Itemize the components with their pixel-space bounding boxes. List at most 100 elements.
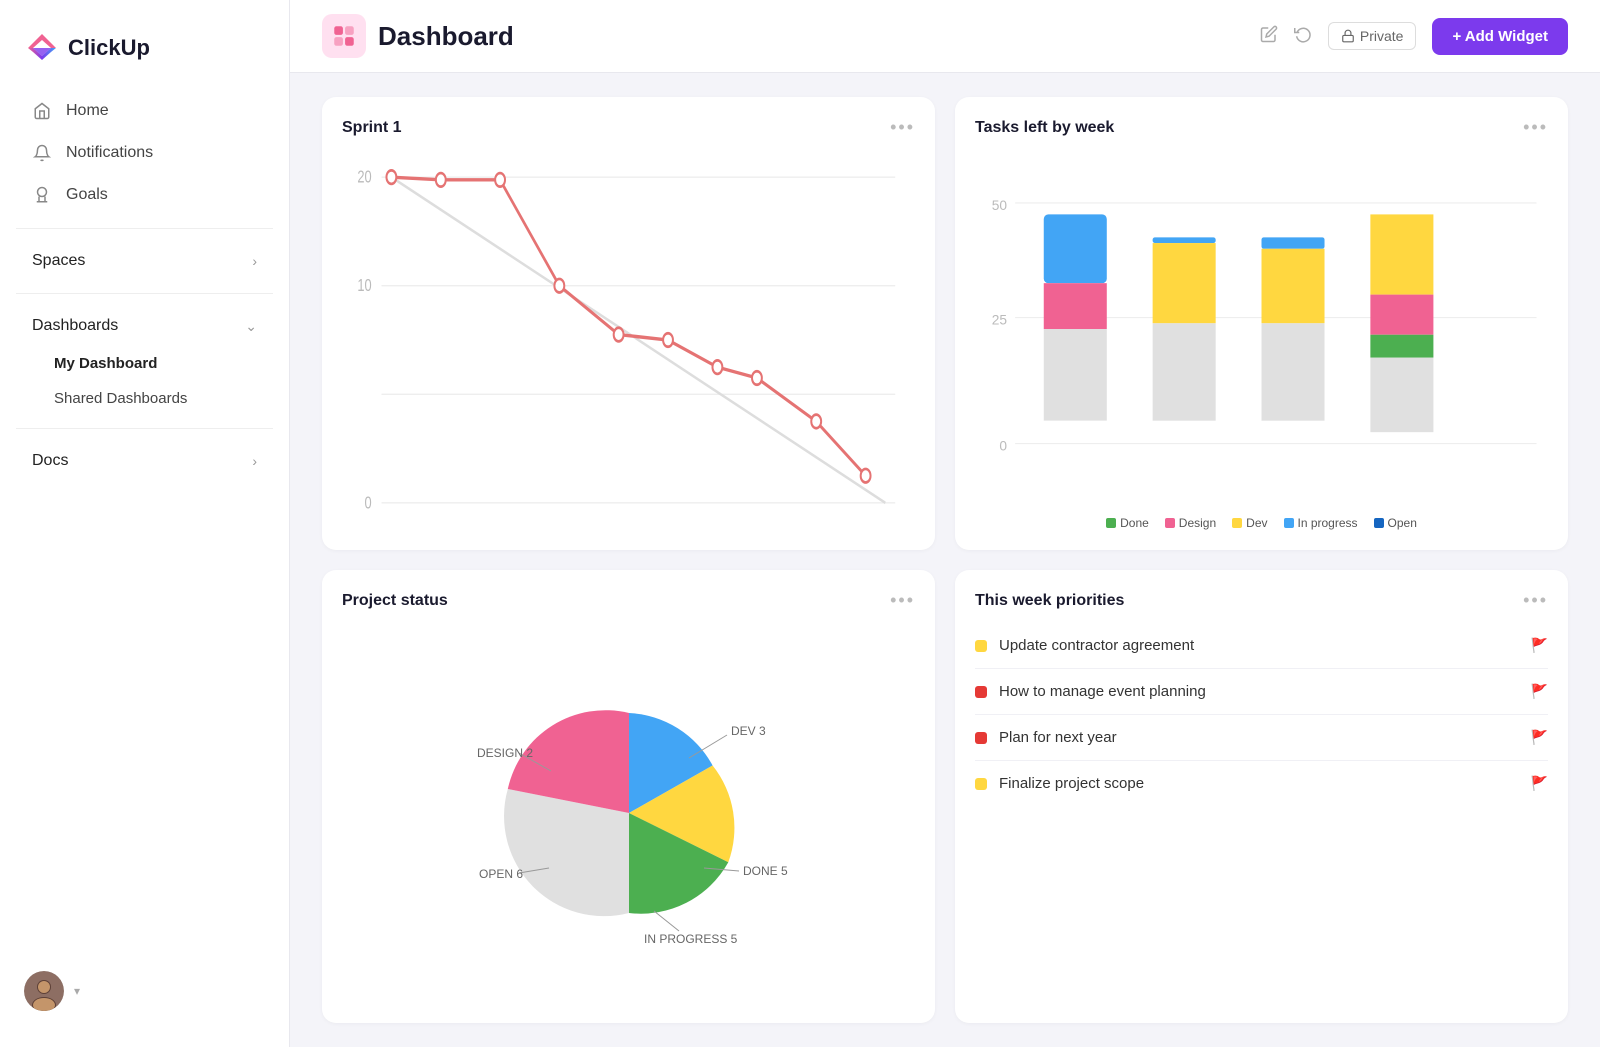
legend-dot-open <box>1374 518 1384 528</box>
svg-text:0: 0 <box>364 493 371 512</box>
svg-text:OPEN 6: OPEN 6 <box>479 867 523 881</box>
chart-legend: Done Design Dev In progress <box>975 516 1548 530</box>
goals-icon <box>32 185 52 205</box>
project-status-header: Project status ••• <box>342 590 915 611</box>
project-status-title: Project status <box>342 592 448 610</box>
priority-flag-1: 🚩 <box>1531 683 1548 700</box>
legend-inprogress: In progress <box>1284 516 1358 530</box>
dashboard-grid: Sprint 1 ••• 20 10 0 <box>290 73 1600 1047</box>
svg-text:DONE 5: DONE 5 <box>743 864 788 878</box>
add-widget-button[interactable]: + Add Widget <box>1432 18 1568 55</box>
priority-dot-2 <box>975 732 987 744</box>
notifications-icon <box>32 143 52 163</box>
legend-open: Open <box>1374 516 1417 530</box>
sidebar-item-goals[interactable]: Goals <box>8 175 281 215</box>
priority-item-3: Finalize project scope 🚩 <box>975 761 1548 806</box>
tasks-widget: Tasks left by week ••• 50 25 0 <box>955 97 1568 550</box>
user-dropdown-icon[interactable]: ▾ <box>74 984 80 998</box>
priority-text-3: Finalize project scope <box>999 775 1519 792</box>
sidebar-bottom: ▾ <box>0 955 289 1027</box>
project-status-widget: Project status ••• <box>322 570 935 1023</box>
private-badge[interactable]: Private <box>1328 22 1417 50</box>
dashboards-label: Dashboards <box>32 317 118 335</box>
goals-label: Goals <box>66 186 108 204</box>
priority-flag-2: 🚩 <box>1531 729 1548 746</box>
refresh-icon[interactable] <box>1294 25 1312 48</box>
priority-text-1: How to manage event planning <box>999 683 1519 700</box>
svg-text:DEV 3: DEV 3 <box>731 724 766 738</box>
sidebar-item-docs[interactable]: Docs › <box>8 442 281 480</box>
sidebar-item-spaces[interactable]: Spaces › <box>8 242 281 280</box>
svg-text:IN PROGRESS 5: IN PROGRESS 5 <box>644 932 738 943</box>
priority-dot-3 <box>975 778 987 790</box>
legend-dot-done <box>1106 518 1116 528</box>
clickup-logo-icon <box>24 30 60 66</box>
sidebar-item-notifications[interactable]: Notifications <box>8 133 281 173</box>
tasks-widget-header: Tasks left by week ••• <box>975 117 1548 138</box>
sidebar-item-home[interactable]: Home <box>8 91 281 131</box>
svg-text:10: 10 <box>357 276 371 295</box>
legend-done: Done <box>1106 516 1149 530</box>
priorities-header: This week priorities ••• <box>975 590 1548 611</box>
priorities-menu-icon[interactable]: ••• <box>1523 590 1548 611</box>
priorities-widget: This week priorities ••• Update contract… <box>955 570 1568 1023</box>
sidebar-item-shared-dashboards[interactable]: Shared Dashboards <box>8 382 281 415</box>
sprint-menu-icon[interactable]: ••• <box>890 117 915 138</box>
priority-item-1: How to manage event planning 🚩 <box>975 669 1548 715</box>
pie-chart-svg: DEV 3 DONE 5 IN PROGRESS 5 OPEN 6 DESIGN… <box>459 683 799 943</box>
private-label: Private <box>1360 28 1404 44</box>
legend-design: Design <box>1165 516 1216 530</box>
edit-icon[interactable] <box>1260 25 1278 48</box>
main-content: Dashboard Private + Add Widget Sprint 1 … <box>290 0 1600 1047</box>
sprint-chart: 20 10 0 <box>342 150 915 530</box>
docs-label: Docs <box>32 452 68 470</box>
user-avatar[interactable] <box>24 971 64 1011</box>
legend-label-done: Done <box>1120 516 1149 530</box>
legend-label-design: Design <box>1179 516 1216 530</box>
priority-text-2: Plan for next year <box>999 729 1519 746</box>
home-label: Home <box>66 102 109 120</box>
dashboards-chevron-icon: ⌄ <box>245 318 257 335</box>
nav-divider-1 <box>16 228 273 229</box>
sprint-svg: 20 10 0 <box>342 150 915 530</box>
legend-dot-dev <box>1232 518 1242 528</box>
priority-dot-1 <box>975 686 987 698</box>
sprint-title: Sprint 1 <box>342 119 402 137</box>
svg-text:DESIGN 2: DESIGN 2 <box>477 746 533 760</box>
svg-text:0: 0 <box>999 438 1007 453</box>
dashboard-icon <box>322 14 366 58</box>
notifications-label: Notifications <box>66 144 153 162</box>
svg-text:25: 25 <box>992 312 1008 327</box>
bar-chart-svg: 50 25 0 <box>975 150 1548 508</box>
nav-divider-3 <box>16 428 273 429</box>
priority-item-2: Plan for next year 🚩 <box>975 715 1548 761</box>
page-header: Dashboard Private + Add Widget <box>290 0 1600 73</box>
project-menu-icon[interactable]: ••• <box>890 590 915 611</box>
priority-list: Update contractor agreement 🚩 How to man… <box>975 623 1548 1003</box>
home-icon <box>32 101 52 121</box>
tasks-title: Tasks left by week <box>975 119 1114 137</box>
spaces-label: Spaces <box>32 252 85 270</box>
pie-chart-area: DEV 3 DONE 5 IN PROGRESS 5 OPEN 6 DESIGN… <box>342 623 915 1003</box>
shared-dashboards-label: Shared Dashboards <box>54 390 187 407</box>
page-title: Dashboard <box>378 21 1248 52</box>
svg-text:50: 50 <box>992 198 1008 213</box>
logo-text: ClickUp <box>68 35 150 61</box>
logo-area: ClickUp <box>0 20 289 90</box>
priorities-title: This week priorities <box>975 592 1124 610</box>
spaces-chevron-icon: › <box>252 253 257 269</box>
sprint-widget: Sprint 1 ••• 20 10 0 <box>322 97 935 550</box>
tasks-menu-icon[interactable]: ••• <box>1523 117 1548 138</box>
priority-flag-3: 🚩 <box>1531 775 1548 792</box>
svg-text:20: 20 <box>357 168 371 187</box>
sidebar-item-my-dashboard[interactable]: My Dashboard <box>8 347 281 380</box>
sidebar-item-dashboards[interactable]: Dashboards ⌄ <box>8 307 281 345</box>
legend-dev: Dev <box>1232 516 1267 530</box>
priority-flag-0: 🚩 <box>1531 637 1548 654</box>
docs-chevron-icon: › <box>252 453 257 469</box>
priority-item-0: Update contractor agreement 🚩 <box>975 623 1548 669</box>
sprint-widget-header: Sprint 1 ••• <box>342 117 915 138</box>
legend-label-dev: Dev <box>1246 516 1267 530</box>
bar-chart-area: 50 25 0 <box>975 150 1548 530</box>
header-actions: Private + Add Widget <box>1260 18 1568 55</box>
